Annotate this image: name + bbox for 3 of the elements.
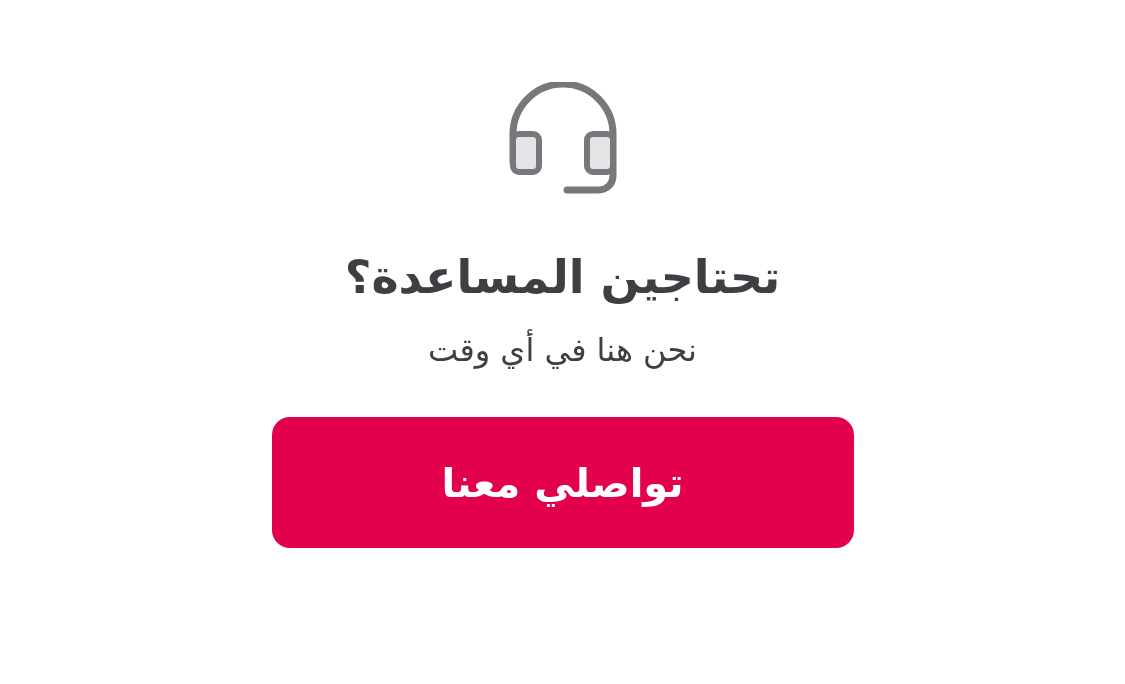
help-heading: تحتاجين المساعدة؟ [344, 249, 781, 306]
contact-button[interactable]: تواصلي معنا [271, 417, 854, 549]
help-subtitle: نحن هنا في أي وقت [428, 329, 697, 371]
